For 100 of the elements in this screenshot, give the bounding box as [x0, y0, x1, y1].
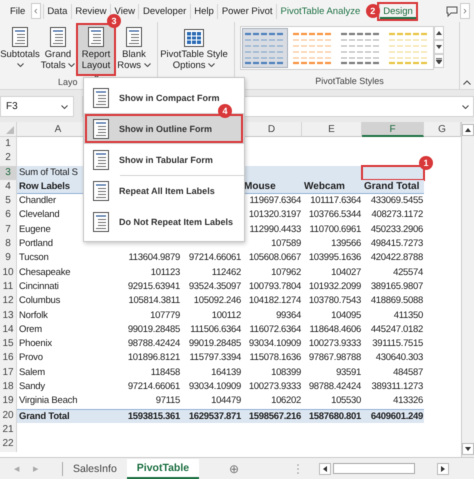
- collapse-icon[interactable]: [463, 80, 471, 85]
- table-cell-text: 425574: [392, 266, 424, 280]
- table-cell-text: Virginia Beach: [18, 394, 78, 408]
- table-cell-text: Cleveland: [18, 208, 60, 222]
- sheet-tab[interactable]: PivotTable: [126, 458, 200, 478]
- menu-item[interactable]: Show in Outline Form: [84, 113, 244, 144]
- layout-icon: [12, 27, 28, 47]
- table-cell-text: 105092.246: [192, 294, 242, 308]
- scroll-thumb[interactable]: [333, 463, 416, 474]
- table-cell-text: 107779: [149, 308, 181, 323]
- table-cell-text: 92915.63941: [126, 280, 181, 294]
- row-number[interactable]: 2: [0, 151, 17, 166]
- table-cell: Webcam: [302, 180, 362, 194]
- name-box[interactable]: F3: [0, 96, 74, 117]
- vertical-scrollbar[interactable]: [461, 122, 474, 457]
- row-number[interactable]: 12: [0, 294, 17, 309]
- ribbon-button[interactable]: Report Layout: [78, 25, 114, 74]
- ribbon-button[interactable]: PivotTable Style Options: [160, 25, 228, 74]
- table-cell-text: 103995.1636: [308, 251, 362, 266]
- caret-icon: [208, 63, 216, 68]
- table-style-swatch[interactable]: [242, 28, 288, 68]
- table-cell-text: 164139: [210, 366, 242, 380]
- table-cell-text: Sandy: [18, 380, 46, 394]
- row-number[interactable]: 19: [0, 394, 17, 409]
- ribbon-tab[interactable]: PivotTable Analyze: [276, 4, 364, 18]
- row-number[interactable]: 14: [0, 322, 17, 338]
- scroll-down-icon[interactable]: [462, 443, 474, 455]
- table-cell-text: 101320.3197: [248, 208, 302, 222]
- row-number[interactable]: 1: [0, 137, 17, 152]
- row-number[interactable]: 3: [0, 166, 17, 180]
- table-cell-text: 430640.303: [374, 351, 424, 366]
- ribbon-tab[interactable]: Design: [378, 4, 416, 18]
- row-number[interactable]: 5: [0, 194, 17, 208]
- step-badge: 1: [419, 156, 433, 170]
- tab-scroll-left[interactable]: ‹: [30, 3, 41, 19]
- row-number[interactable]: 20: [0, 408, 17, 423]
- table-cell-text: 106202: [270, 394, 302, 408]
- table-cell-text: 110700.6961: [308, 222, 362, 237]
- table-cell: 1587680.801: [302, 408, 362, 423]
- row-number[interactable]: 11: [0, 280, 17, 294]
- row-number[interactable]: 4: [0, 180, 17, 194]
- gallery-up-button[interactable]: [434, 26, 444, 40]
- ribbon-button[interactable]: Grand Totals: [40, 25, 76, 74]
- ribbon-tab[interactable]: Data: [42, 4, 71, 18]
- row-number[interactable]: 7: [0, 222, 17, 238]
- caret-icon: [68, 63, 76, 68]
- row-number[interactable]: 9: [0, 251, 17, 266]
- row-number[interactable]: 16: [0, 351, 17, 366]
- table-cell-text: 118648.4606: [308, 322, 362, 337]
- table-cell-text: 100273.9333: [308, 337, 362, 352]
- step-badge: 4: [218, 104, 232, 118]
- table-cell-text: 112462: [210, 266, 242, 280]
- table-cell-text: 107589: [270, 237, 302, 252]
- layout-icon: [93, 88, 109, 108]
- row-number[interactable]: 8: [0, 237, 17, 252]
- sheet-tab[interactable]: SalesInfo: [63, 460, 127, 478]
- tab-scroll-right[interactable]: ›: [460, 3, 470, 19]
- table-cell-text: 389165.9807: [370, 280, 424, 294]
- ribbon-tab[interactable]: Power Pivot: [217, 4, 276, 18]
- scroll-right-icon[interactable]: [437, 462, 450, 474]
- ribbon-button[interactable]: Subtotals: [2, 25, 38, 74]
- row-number[interactable]: 18: [0, 380, 17, 394]
- table-cell-text: 103766.5344: [308, 208, 362, 222]
- table-cell-text: Tucson: [18, 251, 50, 266]
- column-header[interactable]: F: [362, 122, 424, 137]
- ribbon-tab[interactable]: Developer: [138, 4, 190, 18]
- table-cell: Grand Total: [17, 408, 100, 423]
- layout-icon: [93, 118, 109, 138]
- splitter-handle[interactable]: [297, 464, 300, 474]
- table-cell-text: 418869.5088: [370, 294, 424, 308]
- more-icon: [436, 58, 442, 64]
- ribbon-button[interactable]: Blank Rows: [116, 25, 152, 74]
- layout-icon: [93, 180, 109, 200]
- table-cell-text: 101117.6364: [309, 194, 362, 208]
- scroll-left-icon[interactable]: [319, 462, 332, 474]
- gallery-down-button[interactable]: [434, 40, 444, 54]
- add-sheet-button[interactable]: ⊕: [229, 462, 240, 476]
- table-cell-text: 408273.1172: [370, 208, 424, 222]
- table-cell-text: Chesapeake: [18, 266, 72, 280]
- table-cell-text: 116072.6364: [248, 322, 302, 337]
- scroll-up-icon[interactable]: [462, 124, 474, 136]
- table-cell-text: 103780.7543: [308, 294, 362, 308]
- ribbon-tab[interactable]: Help: [190, 4, 218, 18]
- active-cell[interactable]: [362, 166, 424, 180]
- table-cell-text: 97867.98788: [308, 351, 362, 366]
- row-number[interactable]: 13: [0, 308, 17, 323]
- row-number[interactable]: 6: [0, 208, 17, 223]
- table-cell-text: 93591: [335, 366, 362, 380]
- row-number[interactable]: 22: [0, 437, 17, 452]
- horizontal-scrollbar[interactable]: [319, 462, 450, 474]
- ribbon-tab[interactable]: File: [4, 4, 29, 18]
- row-number[interactable]: 21: [0, 422, 17, 438]
- menu-item[interactable]: Do Not Repeat Item Labels: [84, 206, 244, 237]
- gallery-more-button[interactable]: [434, 54, 444, 68]
- table-cell-text: Chandler: [18, 194, 57, 208]
- layout-icon: [93, 212, 109, 232]
- table-cell: 1598567.216: [242, 408, 302, 423]
- row-number[interactable]: 15: [0, 337, 17, 352]
- row-number[interactable]: 17: [0, 366, 17, 380]
- row-number[interactable]: 10: [0, 266, 17, 280]
